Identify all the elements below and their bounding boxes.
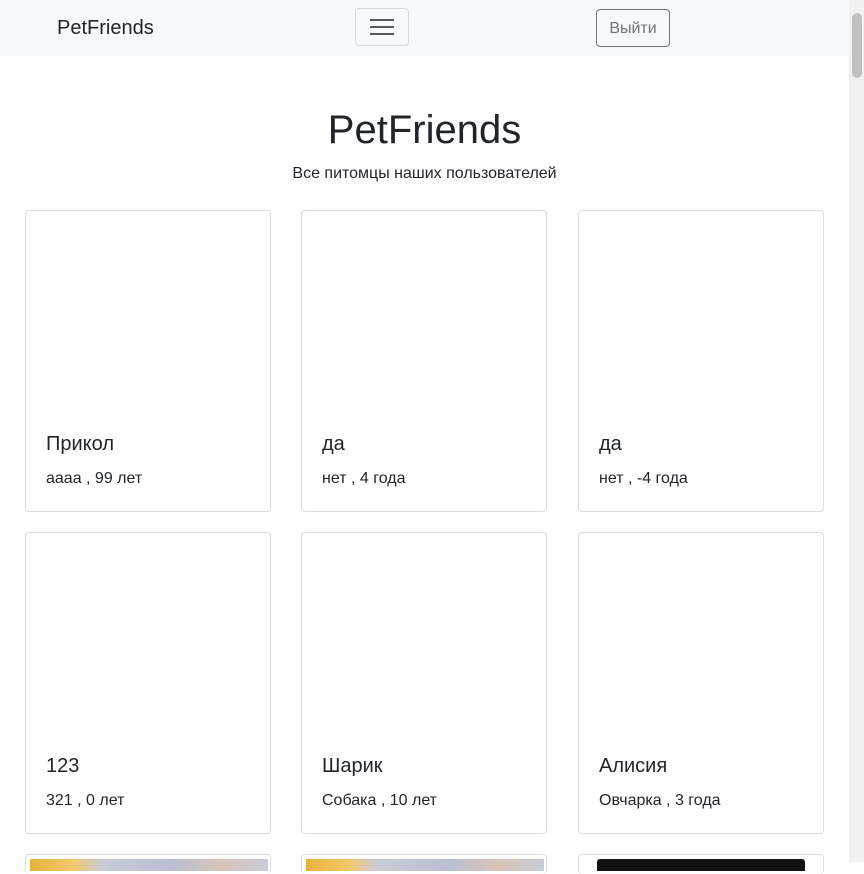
pet-card[interactable] — [25, 854, 271, 874]
scrollbar-thumb[interactable] — [852, 13, 862, 78]
pet-card[interactable]: Алисия Овчарка , 3 года — [578, 532, 824, 834]
pet-name: да — [322, 433, 345, 455]
page-title: PetFriends — [327, 108, 522, 152]
pet-photo — [302, 211, 546, 411]
pet-photo — [579, 211, 823, 411]
pet-photo — [597, 859, 805, 871]
pet-info: Собака , 10 лет — [322, 792, 438, 809]
pet-card[interactable] — [301, 854, 547, 874]
pet-card[interactable]: Шарик Собака , 10 лет — [301, 532, 547, 834]
pet-card[interactable] — [578, 854, 824, 874]
pet-name: Шарик — [322, 755, 383, 777]
pet-card[interactable]: Прикол аааа , 99 лет — [25, 210, 271, 512]
pet-info: Овчарка , 3 года — [599, 792, 721, 809]
pet-photo — [306, 859, 544, 871]
pet-name: Алисия — [599, 755, 668, 777]
pet-info: нет , 4 года — [322, 470, 406, 487]
pet-info: 321 , 0 лет — [46, 792, 125, 809]
navbar-toggler-button[interactable] — [355, 8, 409, 46]
pet-name: 123 — [46, 755, 80, 777]
brand-link[interactable]: PetFriends — [57, 0, 154, 56]
pet-name: да — [599, 433, 622, 455]
pet-card[interactable]: 123 321 , 0 лет — [25, 532, 271, 834]
logout-button[interactable]: Выйти — [596, 9, 670, 47]
pet-photo — [30, 859, 268, 871]
pet-info: нет , -4 года — [599, 470, 688, 487]
pet-photo — [26, 533, 270, 733]
page-subtitle: Все питомцы наших пользователей — [292, 165, 557, 182]
pet-photo — [579, 533, 823, 733]
pet-name: Прикол — [46, 433, 114, 455]
scrollbar-track[interactable] — [849, 0, 864, 862]
pet-card[interactable]: да нет , -4 года — [578, 210, 824, 512]
pet-photo — [302, 533, 546, 733]
pet-card[interactable]: да нет , 4 года — [301, 210, 547, 512]
navbar: PetFriends Выйти — [0, 0, 849, 56]
pet-photo — [26, 211, 270, 411]
hamburger-menu-icon — [370, 19, 394, 35]
pet-info: аааа , 99 лет — [46, 470, 143, 487]
